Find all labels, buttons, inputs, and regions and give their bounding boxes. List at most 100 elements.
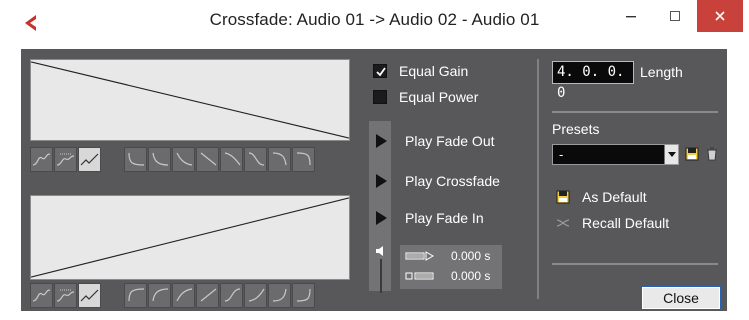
- chevron-down-icon[interactable]: [664, 145, 678, 164]
- fade-in-preset-6[interactable]: [244, 283, 267, 308]
- fade-in-preset-3[interactable]: [172, 283, 195, 308]
- fade-in-preset-2[interactable]: [148, 283, 171, 308]
- divider: [552, 263, 718, 265]
- presets-label: Presets: [552, 121, 600, 137]
- fade-out-preset-2[interactable]: [148, 147, 171, 172]
- damped-spline-button[interactable]: [54, 147, 77, 172]
- length-label: Length: [640, 64, 683, 80]
- close-button[interactable]: Close: [641, 286, 721, 310]
- play-fade-out-button[interactable]: Play Fade Out: [376, 133, 495, 149]
- curve-preset-icon: [176, 152, 193, 166]
- fade-in-preset-5[interactable]: [220, 283, 243, 308]
- play-crossfade-label: Play Crossfade: [405, 173, 500, 189]
- play-fade-out-label: Play Fade Out: [405, 133, 495, 149]
- volume-slider[interactable]: [379, 259, 383, 293]
- speaker-icon: [376, 246, 383, 256]
- curve-preset-icon: [224, 288, 241, 302]
- fade-out-curve: [31, 61, 349, 139]
- fade-out-preset-3[interactable]: [172, 147, 195, 172]
- equal-gain-label: Equal Gain: [399, 63, 469, 79]
- damped-spline-icon: [56, 153, 75, 166]
- play-crossfade-button[interactable]: Play Crossfade: [376, 173, 500, 189]
- delete-preset-icon[interactable]: [705, 147, 719, 161]
- play-fade-in-button[interactable]: Play Fade In: [376, 210, 484, 226]
- spline-interpolation-button[interactable]: [30, 147, 53, 172]
- damped-spline-button[interactable]: [54, 283, 77, 308]
- damped-spline-icon: [56, 289, 75, 302]
- curve-preset-icon: [296, 288, 311, 302]
- play-icon: [376, 134, 387, 148]
- fade-out-curve-buttons: [30, 147, 316, 174]
- as-default-label: As Default: [582, 189, 647, 205]
- close-window-button[interactable]: [697, 0, 743, 32]
- curve-preset-icon: [200, 152, 217, 166]
- equal-gain-option[interactable]: Equal Gain: [373, 63, 468, 79]
- fade-in-preset-7[interactable]: [268, 283, 291, 308]
- checkmark-icon: [376, 67, 386, 77]
- fade-out-preset-8[interactable]: [292, 147, 315, 172]
- pre-roll-time: 0.000 s: [451, 249, 491, 263]
- recall-default-icon: [556, 219, 570, 227]
- curve-preset-icon: [176, 288, 193, 302]
- fade-out-preset-1[interactable]: [124, 147, 147, 172]
- equal-gain-checkbox[interactable]: [373, 64, 387, 78]
- maximize-icon: [670, 11, 680, 21]
- minimize-button[interactable]: [611, 0, 651, 32]
- fade-in-preset-8[interactable]: [292, 283, 315, 308]
- fade-out-preset-6[interactable]: [244, 147, 267, 172]
- save-default-icon: [556, 190, 570, 204]
- curve-preset-icon: [128, 288, 145, 302]
- spline-curve-icon: [32, 153, 51, 166]
- curve-preset-icon: [224, 152, 241, 166]
- recall-default-label: Recall Default: [582, 215, 670, 231]
- play-icon: [376, 174, 387, 188]
- fade-out-preset-5[interactable]: [220, 147, 243, 172]
- post-roll-icon: [405, 272, 434, 280]
- fade-out-curve-editor[interactable]: [30, 59, 350, 141]
- curve-preset-icon: [152, 152, 169, 166]
- linear-interpolation-button[interactable]: [78, 283, 101, 308]
- fade-in-curve-editor[interactable]: [30, 195, 350, 280]
- dialog-body: Equal Gain Equal Power Play Fade Out Pla…: [21, 49, 727, 311]
- fade-in-curve: [31, 197, 349, 278]
- length-field[interactable]: 4. 0. 0. 0: [552, 61, 634, 101]
- curve-preset-icon: [248, 288, 265, 302]
- equal-power-checkbox[interactable]: [373, 90, 387, 104]
- save-preset-icon[interactable]: [685, 147, 699, 161]
- as-default-button[interactable]: As Default: [556, 189, 647, 205]
- divider: [552, 111, 718, 113]
- post-roll-row[interactable]: 0.000 s: [405, 269, 490, 283]
- fade-in-curve-buttons: [30, 283, 316, 310]
- linear-curve-icon: [80, 153, 99, 166]
- fade-in-preset-4[interactable]: [196, 283, 219, 308]
- minimize-icon: [626, 16, 636, 18]
- presets-selected: -: [559, 147, 564, 162]
- presets-dropdown[interactable]: -: [552, 144, 679, 165]
- play-fade-in-label: Play Fade In: [405, 210, 484, 226]
- roll-time-box: 0.000 s 0.000 s: [400, 245, 502, 289]
- crossfade-dialog: Crossfade: Audio 01 -> Audio 02 - Audio …: [0, 0, 749, 320]
- spline-interpolation-button[interactable]: [30, 283, 53, 308]
- fade-out-preset-7[interactable]: [268, 147, 291, 172]
- curve-preset-icon: [248, 152, 265, 166]
- pre-roll-row[interactable]: 0.000 s: [405, 249, 490, 263]
- post-roll-time: 0.000 s: [451, 269, 491, 283]
- pre-roll-icon: [405, 251, 435, 261]
- equal-power-option[interactable]: Equal Power: [373, 89, 478, 105]
- curve-preset-icon: [272, 288, 287, 302]
- curve-preset-icon: [128, 152, 145, 166]
- curve-preset-icon: [272, 152, 287, 166]
- curve-preset-icon: [296, 152, 311, 166]
- equal-power-label: Equal Power: [399, 89, 479, 105]
- curve-preset-icon: [200, 288, 217, 302]
- vertical-divider: [537, 59, 539, 299]
- linear-interpolation-button[interactable]: [78, 147, 101, 172]
- curve-preset-icon: [152, 288, 169, 302]
- linear-curve-icon: [80, 289, 99, 302]
- title-bar[interactable]: Crossfade: Audio 01 -> Audio 02 - Audio …: [0, 0, 749, 44]
- spline-curve-icon: [32, 289, 51, 302]
- fade-out-preset-4[interactable]: [196, 147, 219, 172]
- recall-default-button[interactable]: Recall Default: [556, 215, 669, 231]
- fade-in-preset-1[interactable]: [124, 283, 147, 308]
- maximize-button[interactable]: [655, 0, 695, 32]
